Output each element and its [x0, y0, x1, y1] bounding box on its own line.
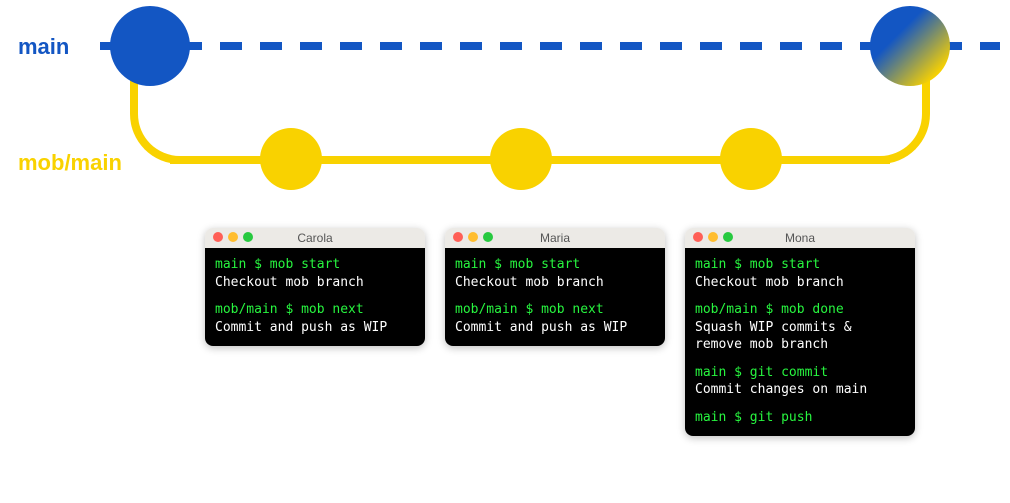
terminal-output: Checkout mob branch	[455, 274, 655, 292]
terminal-title: Mona	[785, 231, 815, 245]
terminal-output: Commit and push as WIP	[215, 319, 415, 337]
terminal-command: mob/main $ mob next	[215, 301, 415, 319]
terminal-command: main $ git commit	[695, 364, 905, 382]
commit-node-merge	[870, 6, 950, 86]
terminal-group: Carola main $ mob start Checkout mob bra…	[205, 228, 915, 436]
terminal-command: main $ git push	[695, 409, 905, 427]
terminal-window: Maria main $ mob start Checkout mob bran…	[445, 228, 665, 346]
terminal-output: Checkout mob branch	[695, 274, 905, 292]
maximize-icon[interactable]	[483, 232, 493, 242]
terminal-body: main $ mob start Checkout mob branch mob…	[205, 248, 425, 346]
terminal-output: Commit changes on main	[695, 381, 905, 399]
terminal-titlebar: Carola	[205, 228, 425, 248]
minimize-icon[interactable]	[468, 232, 478, 242]
minimize-icon[interactable]	[228, 232, 238, 242]
commit-node-mob-2	[490, 128, 552, 190]
main-branch-line	[100, 42, 1000, 50]
terminal-output: Checkout mob branch	[215, 274, 415, 292]
branch-label-main: main	[18, 34, 69, 60]
commit-node-mob-3	[720, 128, 782, 190]
commit-node-mob-1	[260, 128, 322, 190]
window-controls	[213, 232, 253, 242]
maximize-icon[interactable]	[243, 232, 253, 242]
minimize-icon[interactable]	[708, 232, 718, 242]
maximize-icon[interactable]	[723, 232, 733, 242]
terminal-output: Squash WIP commits & remove mob branch	[695, 319, 905, 354]
terminal-command: main $ mob start	[215, 256, 415, 274]
terminal-window: Carola main $ mob start Checkout mob bra…	[205, 228, 425, 346]
terminal-titlebar: Maria	[445, 228, 665, 248]
window-controls	[453, 232, 493, 242]
terminal-command: mob/main $ mob done	[695, 301, 905, 319]
terminal-command: main $ mob start	[455, 256, 655, 274]
terminal-output: Commit and push as WIP	[455, 319, 655, 337]
close-icon[interactable]	[453, 232, 463, 242]
terminal-window: Mona main $ mob start Checkout mob branc…	[685, 228, 915, 436]
terminal-title: Carola	[297, 231, 332, 245]
branch-label-mob: mob/main	[18, 150, 122, 176]
close-icon[interactable]	[213, 232, 223, 242]
close-icon[interactable]	[693, 232, 703, 242]
window-controls	[693, 232, 733, 242]
terminal-titlebar: Mona	[685, 228, 915, 248]
terminal-body: main $ mob start Checkout mob branch mob…	[445, 248, 665, 346]
terminal-body: main $ mob start Checkout mob branch mob…	[685, 248, 915, 436]
terminal-title: Maria	[540, 231, 570, 245]
terminal-command: main $ mob start	[695, 256, 905, 274]
commit-node-main-start	[110, 6, 190, 86]
terminal-command: mob/main $ mob next	[455, 301, 655, 319]
